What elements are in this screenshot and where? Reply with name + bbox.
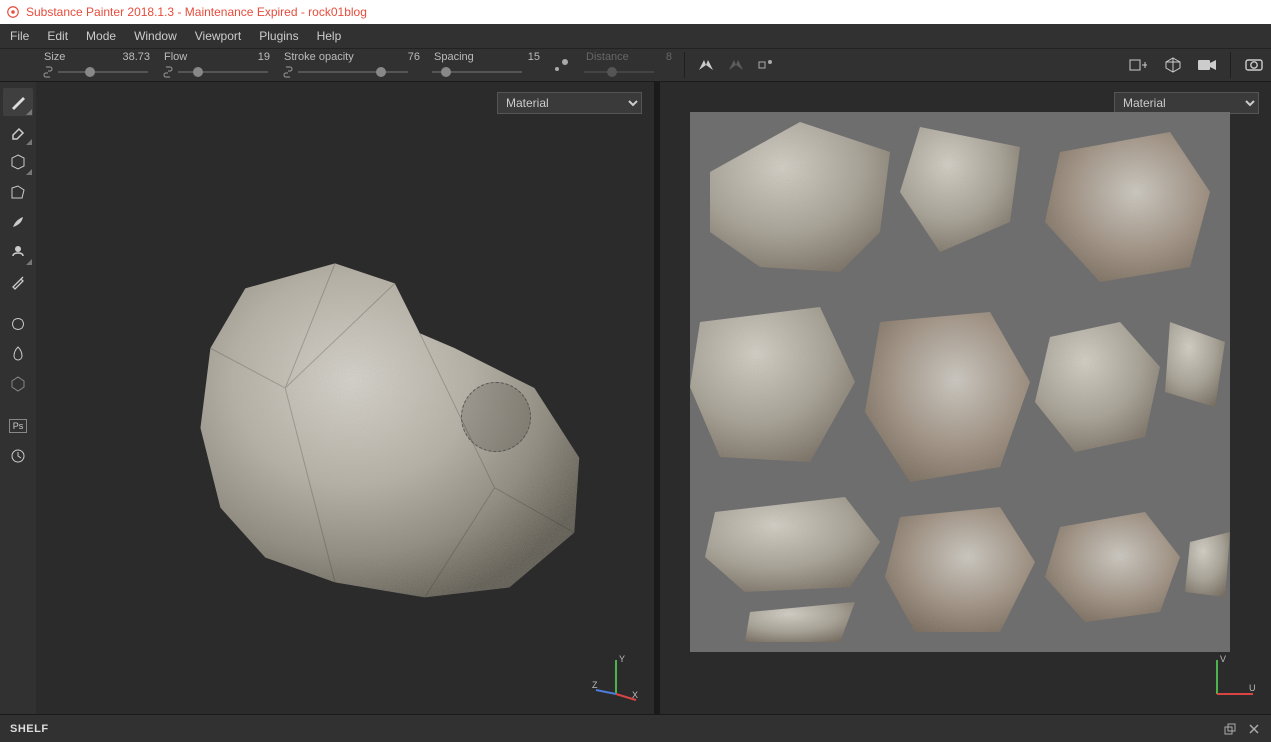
param-distance-label: Distance bbox=[586, 51, 629, 63]
divider bbox=[1230, 52, 1231, 78]
material-picker-tool-icon[interactable] bbox=[3, 268, 33, 296]
left-toolbar: Ps bbox=[0, 82, 36, 714]
param-spacing-label: Spacing bbox=[434, 51, 474, 63]
viewport-2d[interactable]: Material bbox=[660, 82, 1271, 714]
main-area: Ps Material bbox=[0, 82, 1271, 714]
svg-text:Y: Y bbox=[619, 654, 625, 664]
axis-gizmo-3d-icon: Y X Z bbox=[592, 654, 640, 702]
substance-icon[interactable] bbox=[3, 310, 33, 338]
param-bar: Size 38.73 Flow 19 Stroke opacity 76 Spacin… bbox=[0, 48, 1271, 82]
param-flow-label: Flow bbox=[164, 51, 187, 63]
param-spacing-value: 15 bbox=[528, 51, 540, 63]
uv-islands-icon bbox=[690, 112, 1230, 652]
svg-text:U: U bbox=[1249, 683, 1256, 693]
perspective-icon[interactable] bbox=[1162, 54, 1184, 76]
symmetry-settings-icon[interactable] bbox=[755, 54, 777, 76]
link-icon[interactable] bbox=[162, 65, 174, 79]
title-bar: Substance Painter 2018.1.3 - Maintenance… bbox=[0, 0, 1271, 24]
window-title: Substance Painter 2018.1.3 - Maintenance… bbox=[26, 5, 367, 19]
symmetry-y-icon[interactable] bbox=[725, 54, 747, 76]
slider-distance bbox=[584, 65, 654, 79]
param-size-label: Size bbox=[44, 51, 65, 63]
viewport-2d-channel-select[interactable]: Material bbox=[1114, 92, 1259, 114]
menu-viewport[interactable]: Viewport bbox=[195, 29, 241, 43]
link-icon[interactable] bbox=[282, 65, 294, 79]
undock-icon[interactable] bbox=[1223, 722, 1237, 736]
iray-icon[interactable] bbox=[3, 370, 33, 398]
menu-file[interactable]: File bbox=[10, 29, 29, 43]
param-distance-value: 8 bbox=[666, 51, 672, 63]
alignment-icon[interactable] bbox=[552, 54, 574, 76]
uv-canvas bbox=[690, 112, 1230, 652]
link-icon[interactable] bbox=[42, 65, 54, 79]
param-spacing: Spacing 15 bbox=[432, 51, 542, 79]
display-settings-icon[interactable] bbox=[1128, 54, 1150, 76]
render-icon[interactable] bbox=[1243, 54, 1265, 76]
viewport-3d[interactable]: Material bbox=[36, 82, 654, 714]
close-icon[interactable] bbox=[1247, 722, 1261, 736]
svg-text:Z: Z bbox=[592, 680, 598, 690]
menu-edit[interactable]: Edit bbox=[47, 29, 68, 43]
svg-text:V: V bbox=[1220, 654, 1226, 664]
mesh-3d-icon bbox=[36, 82, 654, 714]
eraser-tool-icon[interactable] bbox=[3, 118, 33, 146]
shelf-panel: SHELF bbox=[0, 714, 1271, 742]
viewports: Material bbox=[36, 82, 1271, 714]
svg-text:X: X bbox=[632, 690, 638, 700]
brush-cursor-icon bbox=[461, 382, 531, 452]
param-opacity: Stroke opacity 76 bbox=[282, 51, 422, 79]
resources-updater-icon[interactable] bbox=[3, 442, 33, 470]
menu-mode[interactable]: Mode bbox=[86, 29, 116, 43]
photoshop-icon[interactable]: Ps bbox=[3, 412, 33, 440]
camera-icon[interactable] bbox=[1196, 54, 1218, 76]
menu-plugins[interactable]: Plugins bbox=[259, 29, 298, 43]
slider-size[interactable] bbox=[58, 65, 148, 79]
param-distance: Distance 8 bbox=[584, 51, 674, 79]
smudge-tool-icon[interactable] bbox=[3, 208, 33, 236]
brush-tool-icon[interactable] bbox=[3, 88, 33, 116]
param-size-value: 38.73 bbox=[122, 51, 150, 63]
param-opacity-value: 76 bbox=[408, 51, 420, 63]
symmetry-x-icon[interactable] bbox=[695, 54, 717, 76]
param-flow: Flow 19 bbox=[162, 51, 272, 79]
menu-bar: File Edit Mode Window Viewport Plugins H… bbox=[0, 24, 1271, 48]
clone-tool-icon[interactable] bbox=[3, 238, 33, 266]
polygon-fill-tool-icon[interactable] bbox=[3, 178, 33, 206]
toolbar-right bbox=[1128, 52, 1265, 78]
baking-icon[interactable] bbox=[3, 340, 33, 368]
app-logo-icon bbox=[6, 5, 20, 19]
shelf-title: SHELF bbox=[10, 723, 49, 735]
menu-window[interactable]: Window bbox=[134, 29, 177, 43]
axis-gizmo-uv-icon: V U bbox=[1209, 654, 1257, 702]
param-opacity-label: Stroke opacity bbox=[284, 51, 354, 63]
slider-spacing[interactable] bbox=[432, 65, 522, 79]
param-flow-value: 19 bbox=[258, 51, 270, 63]
slider-opacity[interactable] bbox=[298, 65, 408, 79]
menu-help[interactable]: Help bbox=[317, 29, 342, 43]
param-size: Size 38.73 bbox=[42, 51, 152, 79]
projection-tool-icon[interactable] bbox=[3, 148, 33, 176]
slider-flow[interactable] bbox=[178, 65, 268, 79]
divider bbox=[684, 52, 685, 78]
